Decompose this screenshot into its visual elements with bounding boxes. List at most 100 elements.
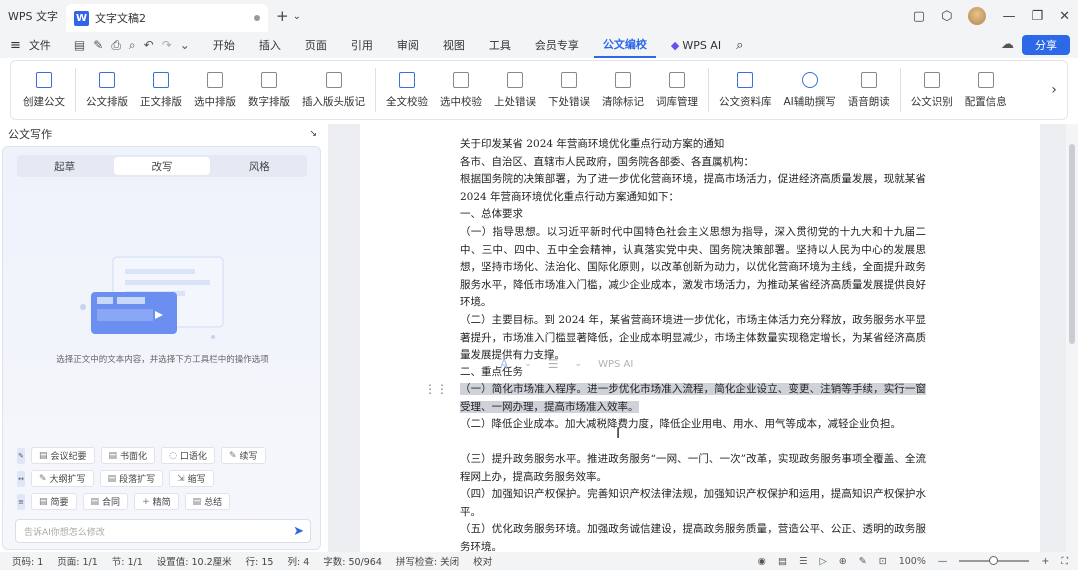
cube-icon[interactable]: ⬡: [941, 9, 952, 24]
format-painter-icon[interactable]: ✎: [93, 38, 103, 53]
body-format-button[interactable]: 正文排版: [134, 63, 188, 117]
close-icon[interactable]: ✕: [1059, 9, 1070, 24]
read-aloud-button[interactable]: 语音朗读: [842, 63, 896, 117]
align-icon[interactable]: ☰: [548, 357, 559, 371]
redo-icon[interactable]: ↷: [162, 38, 172, 53]
menu-page[interactable]: 页面: [296, 32, 336, 58]
send-icon[interactable]: ➤: [293, 524, 304, 539]
doc-library-button[interactable]: 公文资料库: [713, 63, 778, 117]
status-section[interactable]: 节: 1/1: [112, 554, 143, 568]
scrollbar-thumb[interactable]: [1069, 144, 1075, 344]
drag-handle-icon[interactable]: ⋮⋮: [424, 382, 448, 396]
full-check-button[interactable]: 全文校验: [380, 63, 434, 117]
zoom-level[interactable]: 100%: [899, 556, 926, 567]
save-icon[interactable]: ▤: [74, 38, 85, 53]
selected-text[interactable]: （一）简化市场准入程序。进一步优化市场准入流程，简化企业设立、变更、注销等手续，…: [460, 383, 926, 413]
chip-concise[interactable]: + 精简: [134, 493, 179, 510]
selection-format-button[interactable]: 选中排版: [188, 63, 242, 117]
menu-references[interactable]: 引用: [342, 32, 382, 58]
menu-insert[interactable]: 插入: [250, 32, 290, 58]
doc-paragraph[interactable]: （四）加强知识产权保护。完善知识产权法律法规，加强知识产权保护和运用，提高知识产…: [460, 486, 926, 521]
document-page[interactable]: 关于印发某省 2024 年营商环境优化重点行动方案的通知 各市、自治区、直辖市人…: [360, 124, 1040, 553]
chevron-down-icon[interactable]: ⌄: [524, 359, 532, 369]
doc-recognize-button[interactable]: 公文识别: [905, 63, 959, 117]
restore-icon[interactable]: ❐: [1031, 9, 1043, 24]
cloud-icon[interactable]: ☁: [1001, 37, 1014, 52]
print-preview-icon[interactable]: ⌕: [129, 38, 136, 53]
menu-member[interactable]: 会员专享: [526, 32, 588, 58]
ai-assist[interactable]: WPS AI: [598, 359, 633, 370]
new-tab-button[interactable]: + ⌄: [276, 7, 301, 25]
tab-rewrite[interactable]: 改写: [114, 157, 210, 175]
status-page[interactable]: 页码: 1: [12, 554, 43, 568]
pen-icon[interactable]: ✎: [859, 556, 867, 567]
doc-paragraph[interactable]: 各市、自治区、直辖市人民政府，国务院各部委、各直属机构：: [460, 154, 926, 172]
app-name-tab[interactable]: WPS 文字: [0, 0, 66, 32]
insert-header-button[interactable]: 插入版头版记: [296, 63, 371, 117]
status-setting[interactable]: 设置值: 10.2厘米: [157, 554, 232, 568]
web-view-icon[interactable]: ⊕: [839, 556, 847, 567]
avatar[interactable]: [968, 7, 987, 25]
chip-summary[interactable]: ▤ 总结: [184, 493, 231, 510]
doc-heading[interactable]: 一、总体要求: [460, 206, 926, 224]
doc-paragraph[interactable]: （二）降低企业成本。加大减税降费力度，降低企业用电、用水、用气等成本，减轻企业负…: [460, 416, 926, 434]
status-col[interactable]: 列: 4: [287, 554, 309, 568]
menu-wps-ai[interactable]: ◆ WPS AI: [662, 32, 730, 58]
share-button[interactable]: 分享: [1022, 35, 1070, 55]
menu-tools[interactable]: 工具: [480, 32, 520, 58]
chip-abbreviate[interactable]: ⇲ 缩写: [169, 470, 214, 487]
status-words[interactable]: 字数: 50/964: [323, 554, 382, 568]
clear-marks-button[interactable]: 清除标记: [596, 63, 650, 117]
chip-continue[interactable]: ✎ 续写: [220, 447, 266, 464]
collapse-icon[interactable]: ↘: [309, 129, 317, 139]
ai-writing-button[interactable]: AI辅助撰写: [778, 63, 842, 117]
selection-check-button[interactable]: 选中校验: [434, 63, 488, 117]
next-error-button[interactable]: 下处错误: [542, 63, 596, 117]
config-info-button[interactable]: 配置信息: [959, 63, 1013, 117]
chevron-down-icon[interactable]: ⌄: [575, 359, 583, 369]
create-doc-button[interactable]: 创建公文: [17, 63, 71, 117]
menu-home[interactable]: 开始: [204, 32, 244, 58]
font-color-icon[interactable]: A: [500, 357, 508, 371]
hamburger-menu-icon[interactable]: ≡: [10, 38, 21, 53]
more-icon[interactable]: ⌄: [180, 38, 190, 53]
zoom-slider[interactable]: [959, 556, 1030, 565]
chip-contract[interactable]: ▤ 合同: [82, 493, 129, 510]
doc-paragraph[interactable]: 根据国务院的决策部署，为了进一步优化营商环境，提高市场活力，促进经济高质量发展，…: [460, 171, 926, 206]
chip-brief[interactable]: ▤ 简要: [31, 493, 77, 510]
number-format-button[interactable]: 数字排版: [242, 63, 296, 117]
chip-outline-expand[interactable]: ✎ 大纲扩写: [31, 470, 94, 487]
menu-official-doc[interactable]: 公文编校: [593, 32, 656, 58]
layout-icon[interactable]: ▢: [913, 9, 925, 24]
fit-icon[interactable]: ⊡: [879, 556, 887, 567]
eye-icon[interactable]: ◉: [758, 556, 766, 567]
fullscreen-icon[interactable]: ⛶: [1061, 556, 1068, 567]
doc-format-button[interactable]: 公文排版: [80, 63, 134, 117]
minimize-icon[interactable]: —: [1002, 9, 1015, 24]
status-row[interactable]: 行: 15: [246, 554, 274, 568]
print-icon[interactable]: ⎙: [111, 38, 121, 53]
zoom-slider-knob[interactable]: [989, 556, 999, 565]
outline-view-icon[interactable]: ☰: [799, 556, 808, 567]
search-icon[interactable]: ⌕: [736, 38, 743, 53]
menu-review[interactable]: 审阅: [388, 32, 428, 58]
zoom-in-icon[interactable]: +: [1041, 556, 1049, 567]
chip-paragraph-expand[interactable]: ▤ 段落扩写: [99, 470, 164, 487]
doc-paragraph[interactable]: （三）提升政务服务水平。推进政务服务“一网、一门、一次”改革，实现政务服务事项全…: [460, 451, 926, 486]
menu-view[interactable]: 视图: [434, 32, 474, 58]
vertical-scrollbar[interactable]: [1066, 124, 1078, 552]
doc-paragraph[interactable]: （五）优化政务服务环境。加强政务诚信建设，提高政务服务质量，营造公平、公正、透明…: [460, 521, 926, 556]
chevron-right-icon[interactable]: ›: [1045, 75, 1063, 105]
doc-title[interactable]: 关于印发某省 2024 年营商环境优化重点行动方案的通知: [460, 136, 926, 154]
tab-style[interactable]: 风格: [212, 155, 307, 177]
menu-file[interactable]: 文件: [27, 32, 60, 58]
prev-error-button[interactable]: 上处错误: [488, 63, 542, 117]
page-view-icon[interactable]: ▤: [778, 556, 787, 567]
play-icon[interactable]: ▷: [819, 556, 826, 567]
status-spellcheck[interactable]: 拼写检查: 关闭: [396, 554, 459, 568]
undo-icon[interactable]: ↶: [144, 38, 154, 53]
chip-formal[interactable]: ▤ 书面化: [100, 447, 156, 464]
document-tab[interactable]: W 文字文稿2: [66, 4, 268, 32]
status-pages[interactable]: 页面: 1/1: [57, 554, 98, 568]
status-proofread[interactable]: 校对: [473, 554, 492, 568]
